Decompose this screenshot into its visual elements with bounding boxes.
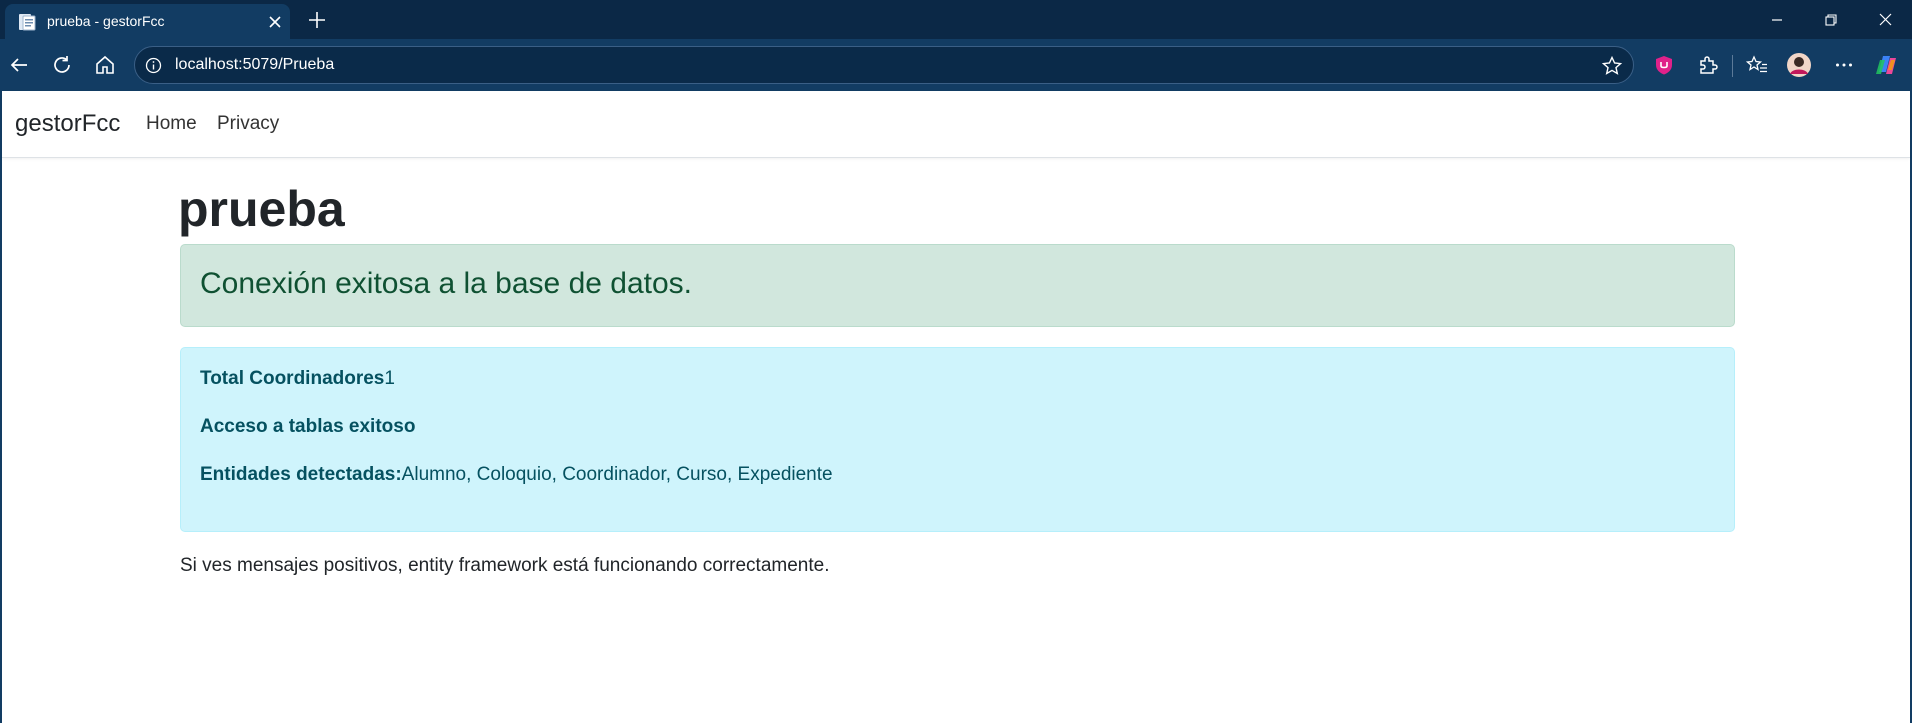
new-tab-icon[interactable] bbox=[306, 9, 328, 31]
browser-tab-bar: prueba - gestorFcc bbox=[0, 0, 1912, 39]
minimize-window-button[interactable] bbox=[1754, 0, 1800, 39]
nav-link-privacy[interactable]: Privacy bbox=[217, 91, 279, 157]
refresh-icon bbox=[54, 56, 70, 73]
tables-access-line: Acceso a tablas exitoso bbox=[200, 414, 415, 440]
close-window-icon bbox=[1879, 13, 1891, 26]
coordinators-label: Total Coordinadores bbox=[200, 368, 385, 389]
page-favicon-icon bbox=[19, 14, 36, 31]
close-tab-icon[interactable] bbox=[267, 14, 283, 30]
toolbar-separator bbox=[1732, 55, 1733, 77]
home-icon bbox=[96, 55, 114, 74]
copilot-icon bbox=[1876, 56, 1896, 74]
entities-value: Alumno, Coloquio, Coordinador, Curso, Ex… bbox=[401, 464, 833, 485]
entities-label: Entidades detectadas: bbox=[200, 464, 402, 485]
tables-access-text: Acceso a tablas exitoso bbox=[200, 416, 416, 437]
more-options-icon bbox=[1836, 63, 1852, 67]
avatar-icon bbox=[1787, 53, 1811, 77]
shield-extension-icon bbox=[1656, 56, 1672, 75]
page-title: prueba bbox=[178, 181, 345, 237]
address-bar[interactable]: localhost:5079/Prueba bbox=[134, 46, 1634, 84]
refresh-button[interactable] bbox=[49, 52, 75, 78]
tab-title: prueba - gestorFcc bbox=[47, 13, 165, 29]
nav-link-home[interactable]: Home bbox=[146, 91, 197, 157]
site-navbar: gestorFcc Home Privacy bbox=[2, 91, 1910, 158]
address-url[interactable]: localhost:5079/Prueba bbox=[175, 47, 334, 83]
status-footer-text: Si ves mensajes positivos, entity framew… bbox=[180, 555, 830, 576]
minimize-icon bbox=[1772, 18, 1782, 21]
site-info-icon[interactable] bbox=[145, 57, 162, 74]
navbar-brand[interactable]: gestorFcc bbox=[15, 91, 120, 157]
coordinators-count-line: Total Coordinadores1 bbox=[200, 366, 395, 392]
back-arrow-icon bbox=[10, 58, 27, 72]
extensions-button[interactable] bbox=[1695, 52, 1721, 78]
success-message: Conexión exitosa a la base de datos. bbox=[200, 267, 692, 300]
extension-shield-button[interactable] bbox=[1651, 52, 1677, 78]
favorites-list-icon bbox=[1746, 55, 1767, 73]
page-viewport: gestorFcc Home Privacy prueba Conexión e… bbox=[0, 91, 1912, 723]
back-button[interactable] bbox=[6, 52, 32, 78]
browser-tab[interactable]: prueba - gestorFcc bbox=[5, 4, 290, 39]
close-window-button[interactable] bbox=[1862, 0, 1908, 39]
home-button[interactable] bbox=[92, 52, 118, 78]
copilot-button[interactable] bbox=[1873, 52, 1899, 78]
coordinators-value: 1 bbox=[384, 368, 395, 389]
browser-toolbar: localhost:5079/Prueba bbox=[0, 39, 1912, 91]
favorite-star-icon[interactable] bbox=[1601, 55, 1623, 77]
restore-icon bbox=[1825, 13, 1837, 26]
settings-more-button[interactable] bbox=[1831, 52, 1857, 78]
puzzle-icon bbox=[1700, 56, 1718, 74]
profile-button[interactable] bbox=[1786, 52, 1812, 78]
restore-window-button[interactable] bbox=[1808, 0, 1854, 39]
info-alert: Total Coordinadores1 Acceso a tablas exi… bbox=[180, 347, 1735, 532]
favorites-button[interactable] bbox=[1744, 52, 1770, 78]
entities-line: Entidades detectadas:Alumno, Coloquio, C… bbox=[200, 462, 833, 488]
success-alert: Conexión exitosa a la base de datos. bbox=[180, 244, 1735, 327]
